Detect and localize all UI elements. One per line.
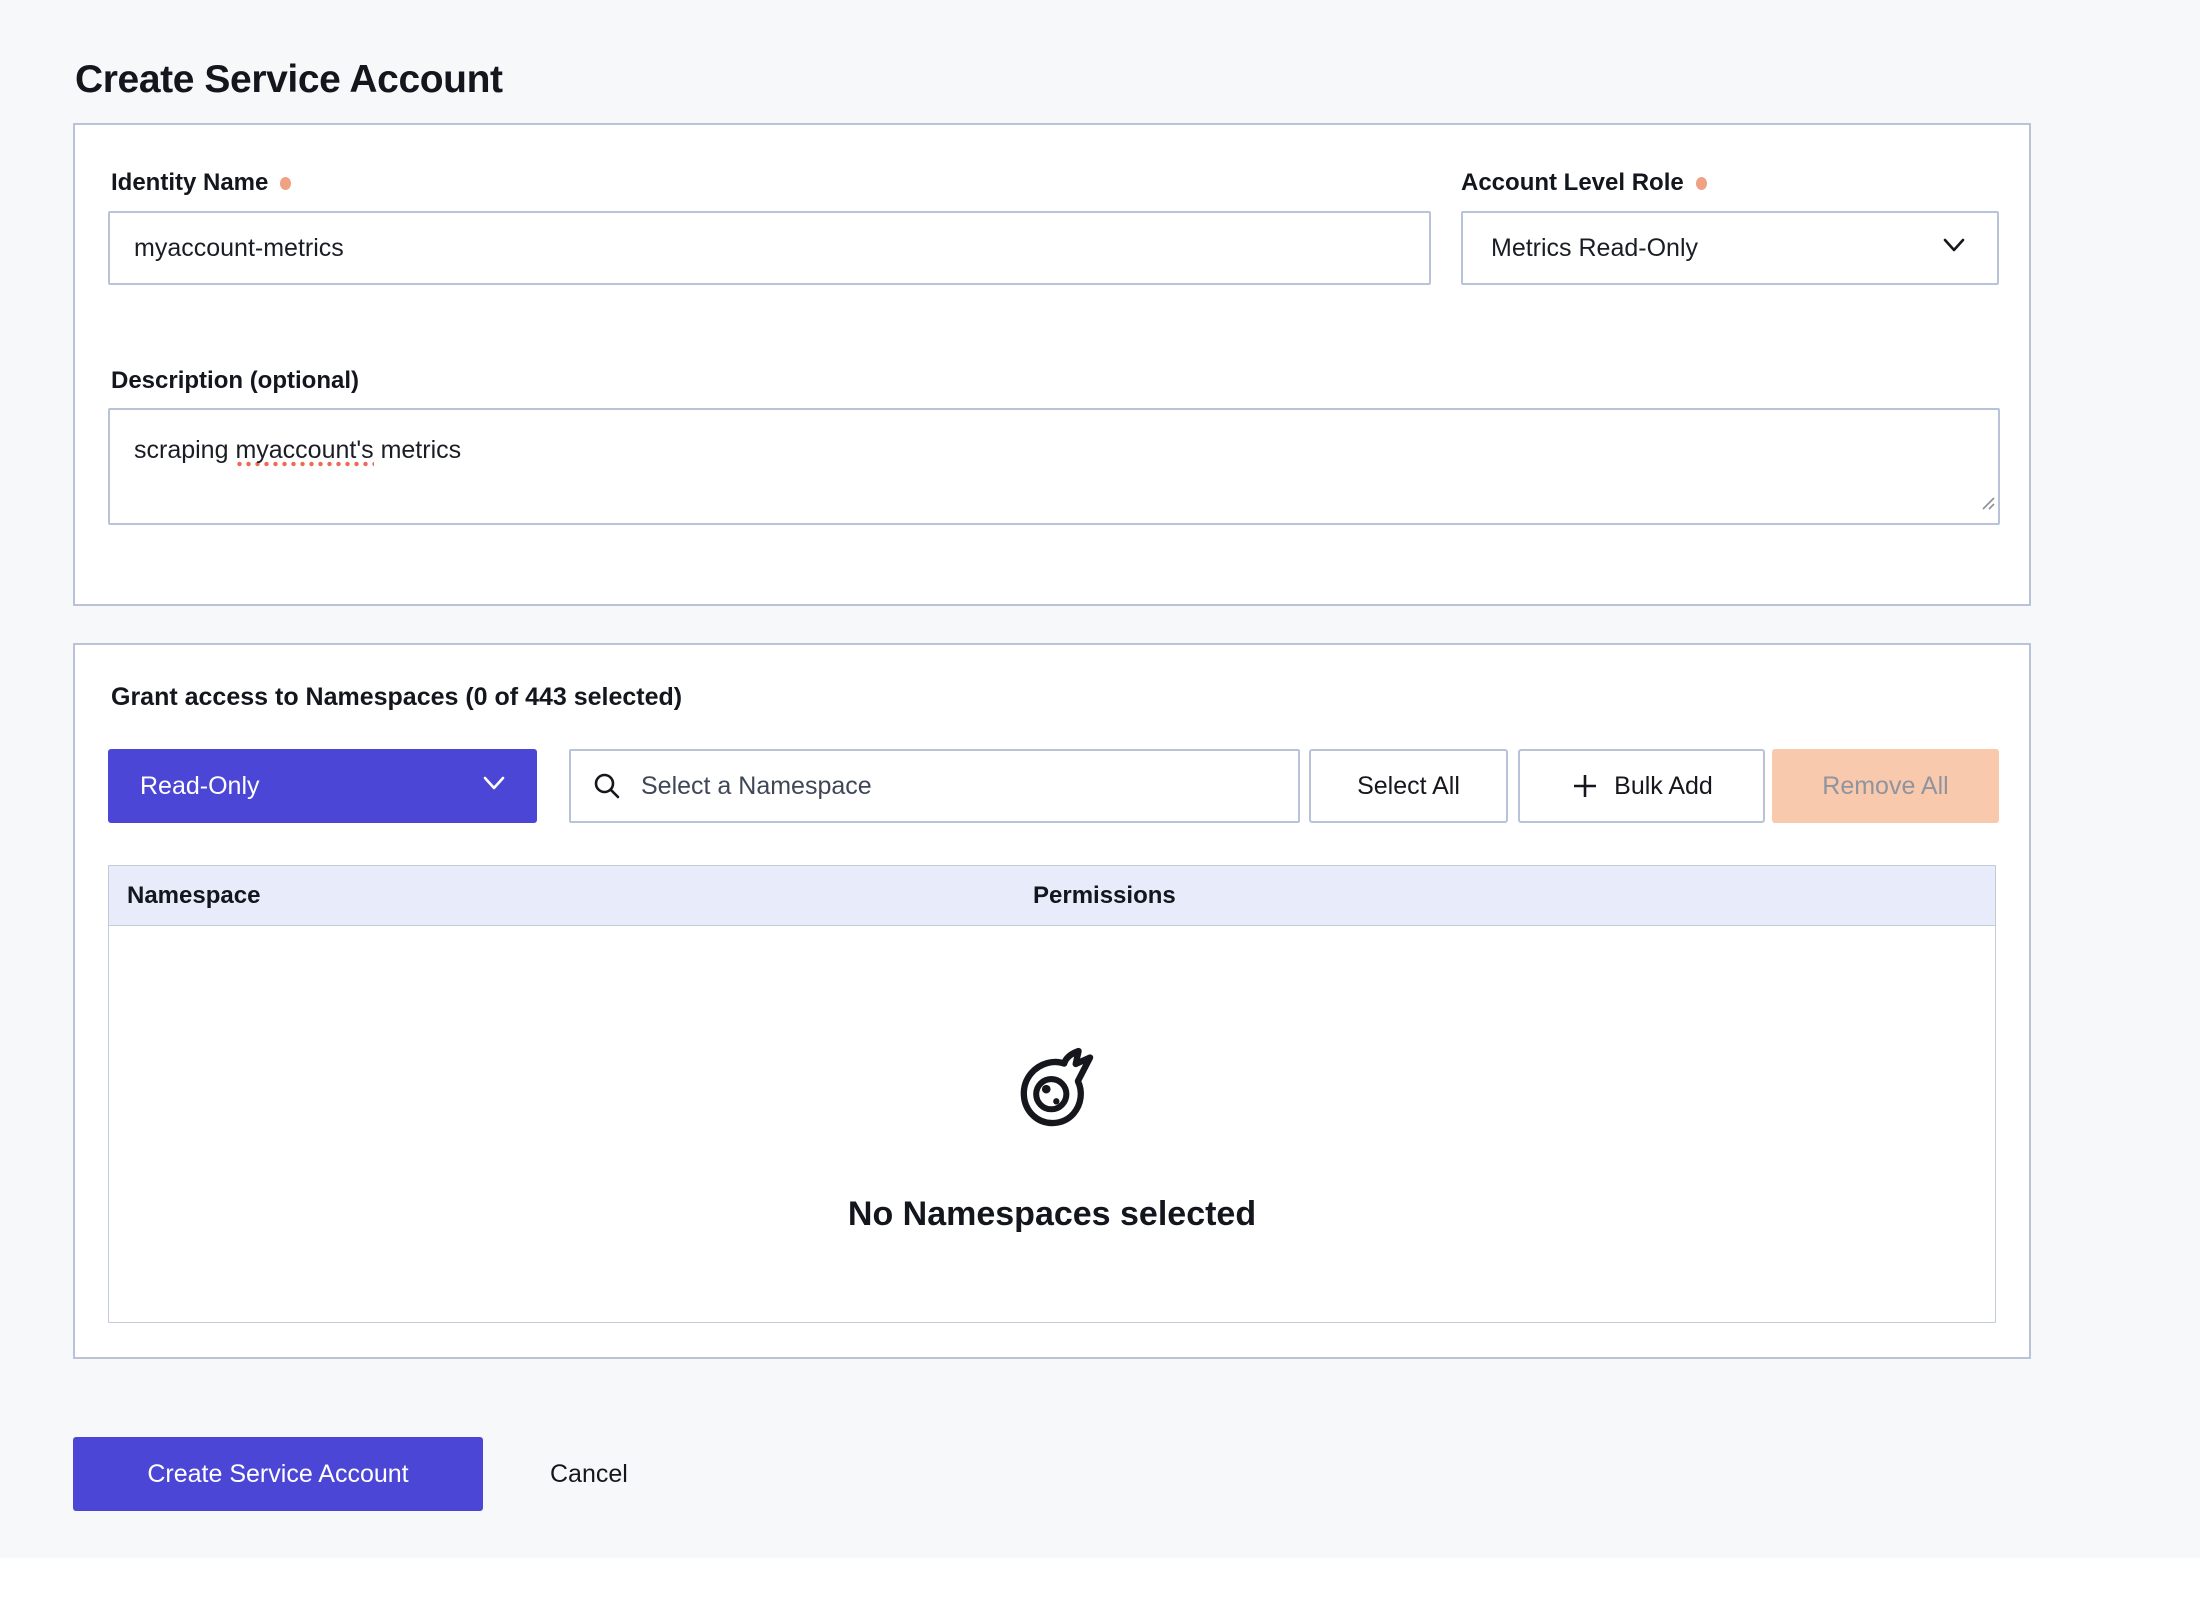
- select-all-button[interactable]: Select All: [1309, 749, 1508, 823]
- description-textarea[interactable]: scraping myaccount's metrics: [108, 408, 2000, 525]
- service-account-form-card: Identity Name Account Level Role Metrics…: [73, 123, 2031, 606]
- account-level-role-label-text: Account Level Role: [1461, 169, 1684, 197]
- bottom-whitespace: [0, 1558, 2200, 1600]
- column-header-permissions: Permissions: [1033, 882, 1176, 910]
- identity-name-label-text: Identity Name: [111, 169, 268, 197]
- description-label-text: Description (optional): [111, 367, 359, 395]
- remove-all-button[interactable]: Remove All: [1772, 749, 1999, 823]
- description-text: scraping: [134, 436, 235, 464]
- permission-role-dropdown[interactable]: Read-Only: [108, 749, 537, 823]
- namespaces-table-empty-body: No Namespaces selected: [109, 926, 1995, 1323]
- account-level-role-label: Account Level Role: [1461, 169, 1707, 197]
- description-misspelled-word: myaccount's: [235, 436, 373, 467]
- empty-state-message: No Namespaces selected: [848, 1195, 1256, 1234]
- description-label: Description (optional): [111, 367, 359, 395]
- grant-namespaces-card: Grant access to Namespaces (0 of 443 sel…: [73, 643, 2031, 1359]
- cancel-label: Cancel: [550, 1460, 628, 1489]
- create-service-account-label: Create Service Account: [147, 1460, 408, 1489]
- chevron-down-icon: [479, 768, 509, 805]
- column-header-namespace: Namespace: [109, 882, 1033, 910]
- account-level-role-select[interactable]: Metrics Read-Only: [1461, 211, 1999, 285]
- namespaces-table-header: Namespace Permissions: [109, 866, 1995, 926]
- namespace-search-box: [569, 749, 1300, 823]
- create-service-account-button[interactable]: Create Service Account: [73, 1437, 483, 1511]
- grant-namespaces-heading: Grant access to Namespaces (0 of 443 sel…: [111, 683, 682, 712]
- plus-icon: [1570, 771, 1600, 801]
- identity-name-label: Identity Name: [111, 169, 291, 197]
- select-all-label: Select All: [1357, 772, 1460, 801]
- search-icon: [591, 770, 623, 802]
- bulk-add-label: Bulk Add: [1614, 772, 1713, 801]
- comet-icon: [1006, 1046, 1098, 1143]
- chevron-down-icon: [1939, 230, 1969, 267]
- namespaces-table: Namespace Permissions No Namespaces sele…: [108, 865, 1996, 1323]
- bulk-add-button[interactable]: Bulk Add: [1518, 749, 1765, 823]
- account-level-role-value: Metrics Read-Only: [1491, 234, 1698, 263]
- required-dot-icon: [280, 177, 291, 190]
- textarea-resize-handle-icon[interactable]: [1979, 486, 1995, 520]
- identity-name-input[interactable]: [108, 211, 1431, 285]
- remove-all-label: Remove All: [1822, 772, 1948, 801]
- description-text: metrics: [374, 436, 462, 464]
- required-dot-icon: [1696, 177, 1707, 190]
- permission-role-value: Read-Only: [140, 772, 260, 801]
- cancel-button[interactable]: Cancel: [550, 1437, 628, 1511]
- page-title: Create Service Account: [75, 58, 503, 102]
- namespace-search-input[interactable]: [639, 771, 1278, 802]
